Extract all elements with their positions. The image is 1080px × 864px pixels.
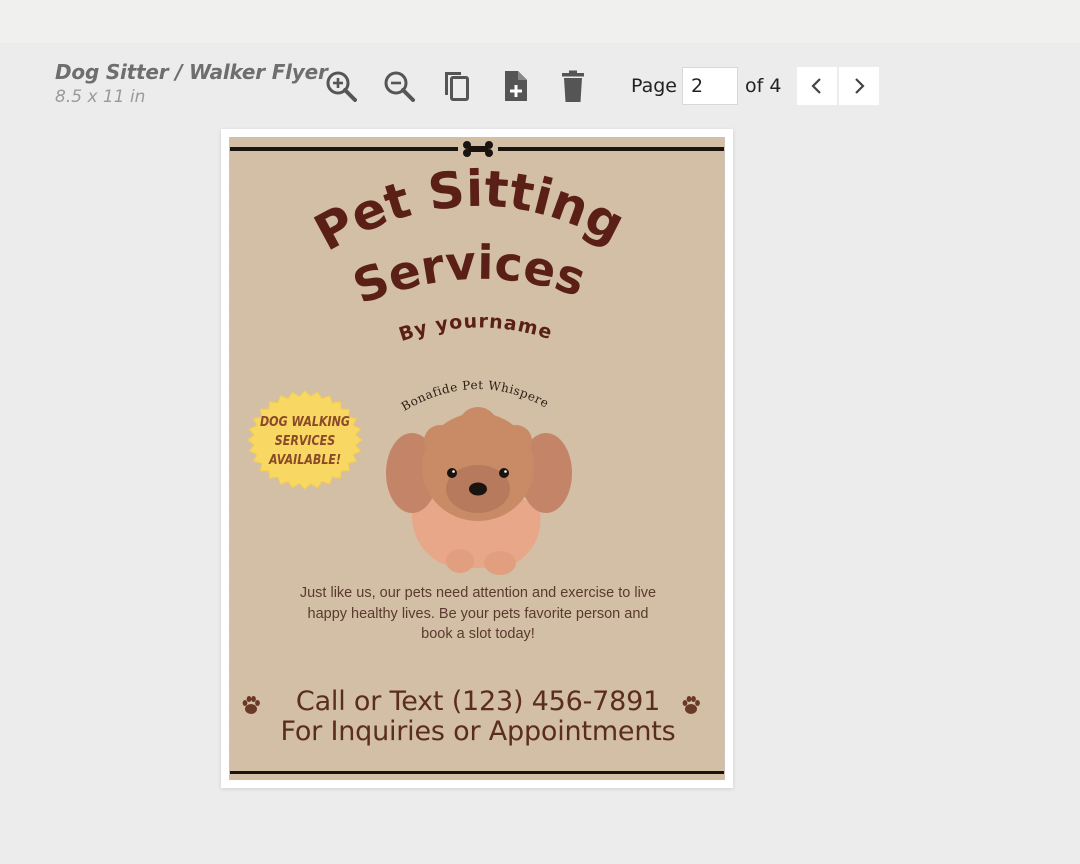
dog-caption: Bonafide Pet Whisperer (380, 375, 551, 414)
page-label: Page (631, 75, 677, 97)
flyer-canvas[interactable]: Pet Sitting Services By yourname DOG WAL… (229, 137, 725, 780)
document-info: Dog Sitter / Walker Flyer 8.5 x 11 in (55, 60, 328, 107)
flyer-tagline: Just like us, our pets need attention an… (299, 585, 657, 642)
chevron-right-icon (855, 78, 865, 94)
page-number-input[interactable] (682, 67, 738, 105)
next-page-button[interactable] (839, 67, 879, 105)
chevron-left-icon (811, 78, 821, 94)
copy-page-icon (445, 72, 469, 101)
page-count-label: of 4 (745, 75, 782, 97)
add-page-icon (505, 71, 527, 101)
flyer-inquiries-line: For Inquiries or Appointments (280, 716, 676, 747)
flyer-header-graphic: Pet Sitting Services By yourname (230, 141, 724, 346)
paw-print-icon (682, 696, 700, 714)
flyer-phone-line: Call or Text (123) 456-7891 (295, 686, 661, 717)
dog-illustration: Bonafide Pet Whisperer (380, 375, 572, 575)
browser-top-strip (0, 0, 1080, 43)
zoom-in-icon (326, 71, 357, 102)
paw-print-icon (242, 696, 260, 714)
document-size: 8.5 x 11 in (55, 87, 146, 107)
bottom-divider (230, 771, 724, 774)
bone-divider (230, 141, 724, 157)
previous-page-button[interactable] (797, 67, 837, 105)
zoom-out-button[interactable] (379, 66, 419, 106)
delete-page-button[interactable] (553, 66, 593, 106)
zoom-out-icon (384, 71, 415, 102)
document-title: Dog Sitter / Walker Flyer (55, 60, 328, 84)
flyer-byline: By yourname (396, 310, 555, 346)
flyer-headline-line2: Services (346, 236, 592, 316)
badge-text: DOG WALKING SERVICES AVAILABLE! (259, 414, 351, 468)
add-page-button[interactable] (495, 66, 535, 106)
copy-page-button[interactable] (437, 66, 477, 106)
flyer-page: Pet Sitting Services By yourname DOG WAL… (221, 129, 733, 788)
zoom-in-button[interactable] (321, 66, 361, 106)
delete-page-icon (562, 70, 584, 102)
